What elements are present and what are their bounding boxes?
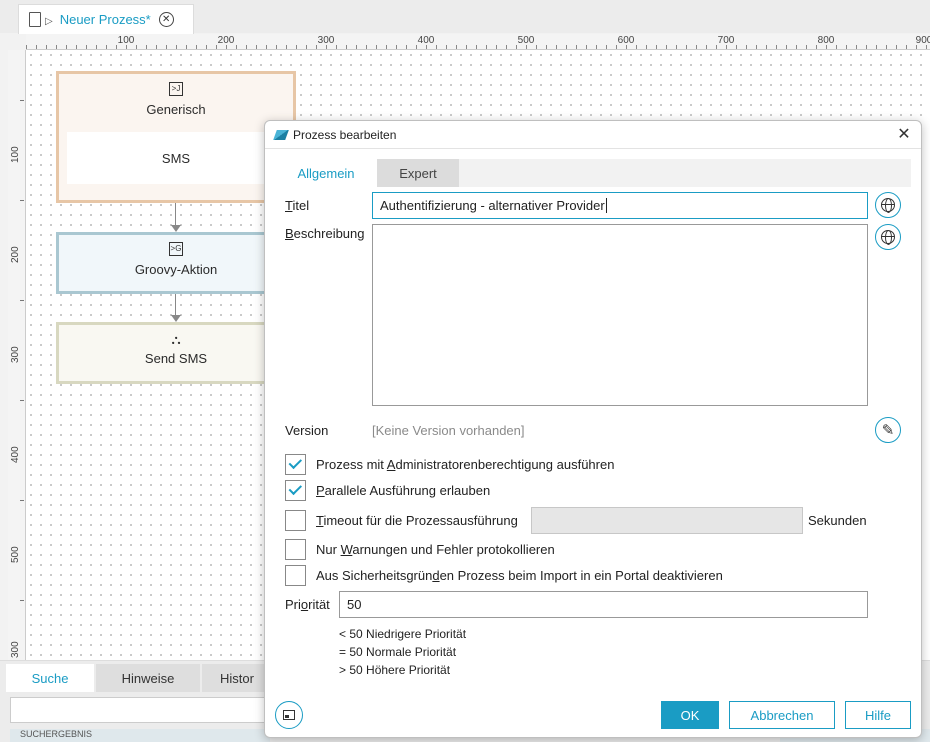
- allgemein-panel: Titel Authentifizierung - alternativer P…: [275, 187, 911, 689]
- file-icon: [29, 12, 41, 27]
- pencil-icon: ✎: [881, 422, 895, 439]
- titel-label: Titel: [285, 198, 310, 213]
- close-tab-icon[interactable]: ✕: [158, 12, 174, 27]
- groovy-icon: >G: [169, 242, 183, 256]
- beschreibung-translate-button[interactable]: [875, 224, 901, 250]
- help-button[interactable]: Hilfe: [845, 701, 911, 729]
- ruler-tick: 100: [10, 146, 21, 163]
- tab-suche[interactable]: Suche: [6, 664, 94, 692]
- dialog-options-button[interactable]: [275, 701, 303, 729]
- node-title: Groovy-Aktion: [134, 262, 218, 277]
- ruler-tick: 300: [10, 346, 21, 363]
- ruler-tick: 300: [317, 35, 335, 46]
- play-icon: ▷: [45, 16, 53, 27]
- tab-historie[interactable]: Histor: [202, 664, 272, 692]
- checkbox[interactable]: [285, 510, 306, 531]
- editor-tabstrip: ▷ Neuer Prozess* ✕: [0, 0, 930, 34]
- ruler-tick: 400: [10, 446, 21, 463]
- node-generisch[interactable]: >J Generisch SMS: [56, 71, 296, 203]
- ruler-tick: 200: [217, 35, 235, 46]
- dialog-title: Prozess bearbeiten: [293, 127, 397, 142]
- window-icon: [283, 710, 295, 720]
- node-inner-box[interactable]: SMS: [67, 132, 285, 184]
- dialog-titlebar[interactable]: Prozess bearbeiten: [265, 121, 921, 149]
- admin-rights-checkbox-row[interactable]: Prozess mit Administratorenberechtigung …: [285, 454, 614, 475]
- timeout-checkbox-row[interactable]: Timeout für die Prozessausführung: [285, 510, 518, 531]
- ruler-tick: 400: [417, 35, 435, 46]
- node-title: Generisch: [146, 102, 206, 117]
- app-logo-icon: [273, 129, 289, 140]
- share-nodes-icon: ⛬: [171, 332, 181, 347]
- prioritaet-input[interactable]: 50: [339, 591, 868, 618]
- version-label: Version: [285, 423, 329, 438]
- search-results-header: SUCHERGEBNIS: [10, 729, 270, 742]
- dialog-close-icon[interactable]: ✕: [895, 126, 913, 144]
- version-edit-button[interactable]: ✎: [875, 417, 901, 443]
- titel-input[interactable]: Authentifizierung - alternativer Provide…: [372, 192, 868, 219]
- node-groovy-aktion[interactable]: >G Groovy-Aktion: [56, 232, 296, 294]
- disable-on-import-checkbox-row[interactable]: Aus Sicherheitsgründen Prozess beim Impo…: [285, 565, 723, 586]
- script-icon: >J: [169, 82, 183, 96]
- ruler-tick: 500: [10, 546, 21, 563]
- checkbox[interactable]: [285, 565, 306, 586]
- ruler-tick: 800: [817, 35, 835, 46]
- priority-hint-normal: = 50 Normale Priorität: [339, 645, 457, 659]
- checkbox-label: Nur Warnungen und Fehler protokollieren: [316, 542, 555, 557]
- globe-icon: [881, 198, 895, 213]
- horizontal-ruler: 100 200 300 400 500 600 700 800 900: [26, 34, 930, 50]
- cancel-button[interactable]: Abbrechen: [729, 701, 835, 729]
- ruler-tick: 100: [117, 35, 135, 46]
- priority-hint-lower: < 50 Niedrigere Priorität: [339, 627, 467, 641]
- process-tab-label: Neuer Prozess*: [59, 12, 151, 27]
- search-field[interactable]: [10, 697, 268, 723]
- checkbox-label: Parallele Ausführung erlauben: [316, 483, 491, 498]
- ok-button[interactable]: OK: [661, 701, 719, 729]
- checkbox-label: Aus Sicherheitsgründen Prozess beim Impo…: [316, 568, 723, 583]
- connector-arrow: [171, 225, 181, 232]
- tab-hinweise[interactable]: Hinweise: [96, 664, 200, 692]
- checkbox-label: Timeout für die Prozessausführung: [316, 513, 518, 528]
- node-title: Send SMS: [144, 351, 208, 366]
- prioritaet-label: Priorität: [285, 597, 330, 612]
- connector-arrow: [171, 315, 181, 322]
- ruler-tick: 700: [717, 35, 735, 46]
- node-inner-label: SMS: [161, 150, 191, 166]
- process-editor-tab[interactable]: ▷ Neuer Prozess* ✕: [18, 4, 194, 34]
- text-caret: [605, 198, 607, 213]
- connector-line: [175, 203, 176, 225]
- ruler-tick: 200: [10, 246, 21, 263]
- connector-line: [175, 294, 176, 315]
- tab-expert[interactable]: Expert: [377, 159, 459, 187]
- priority-hint-higher: > 50 Höhere Priorität: [339, 663, 451, 677]
- tab-allgemein[interactable]: Allgemein: [275, 159, 377, 187]
- ruler-tick: 300: [10, 641, 21, 658]
- titel-translate-button[interactable]: [875, 192, 901, 218]
- globe-icon: [881, 230, 895, 245]
- node-send-sms[interactable]: ⛬ Send SMS: [56, 322, 296, 384]
- ruler-tick: 900: [915, 35, 930, 46]
- checkbox-label: Prozess mit Administratorenberechtigung …: [316, 457, 615, 472]
- timeout-input: [531, 507, 803, 534]
- parallel-execution-checkbox-row[interactable]: Parallele Ausführung erlauben: [285, 480, 490, 501]
- edit-process-dialog: Prozess bearbeiten ✕ Allgemein Expert Ti…: [264, 120, 922, 738]
- version-value: [Keine Version vorhanden]: [372, 423, 525, 438]
- vertical-ruler: 100 200 300 400 500 300: [8, 50, 26, 662]
- beschreibung-textarea[interactable]: [372, 224, 868, 406]
- timeout-unit-label: Sekunden: [808, 513, 867, 528]
- beschreibung-label: Beschreibung: [285, 226, 365, 241]
- ruler-tick: 500: [517, 35, 535, 46]
- checkbox[interactable]: [285, 454, 306, 475]
- checkbox[interactable]: [285, 480, 306, 501]
- log-warnings-checkbox-row[interactable]: Nur Warnungen und Fehler protokollieren: [285, 539, 555, 560]
- ruler-tick: 600: [617, 35, 635, 46]
- dialog-body: Allgemein Expert Titel Authentifizierung…: [275, 159, 911, 689]
- checkbox[interactable]: [285, 539, 306, 560]
